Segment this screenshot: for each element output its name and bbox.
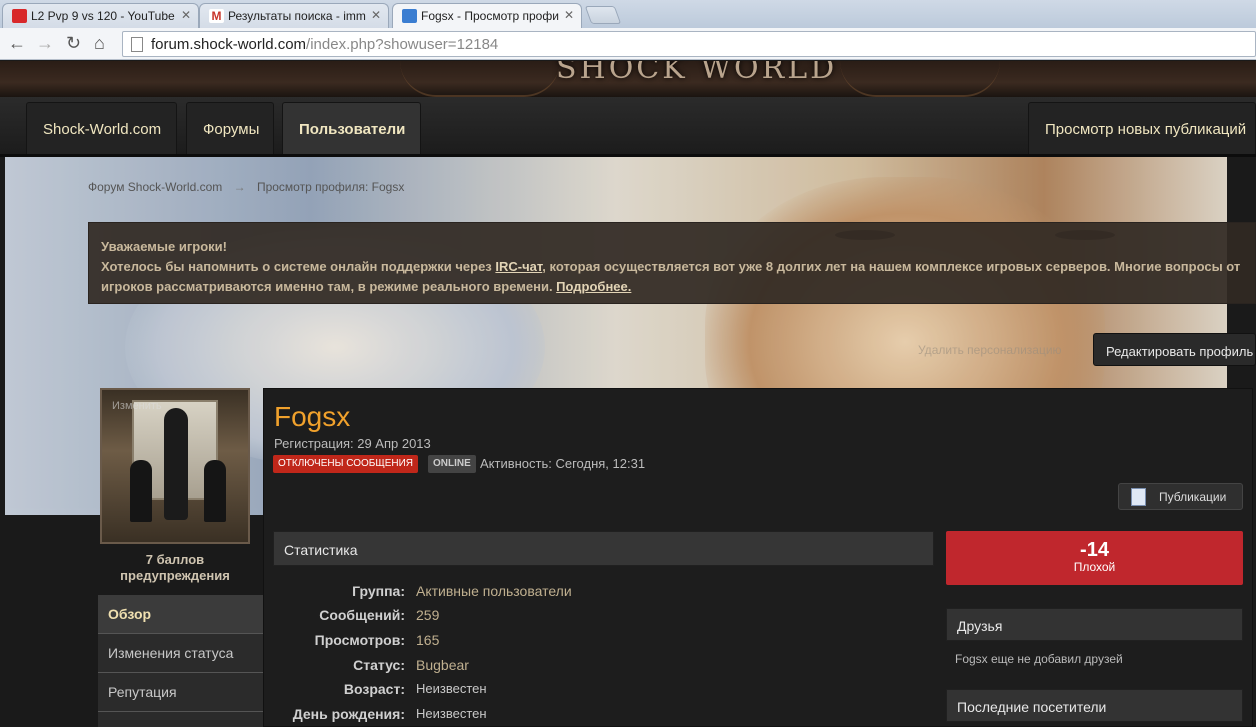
document-icon bbox=[1131, 488, 1146, 506]
reputation-value: -14 bbox=[1080, 539, 1109, 561]
breadcrumb: Форум Shock-World.com → Просмотр профиля… bbox=[88, 180, 404, 194]
close-icon[interactable]: ✕ bbox=[564, 8, 574, 22]
stat-value: Неизвестен bbox=[416, 706, 487, 721]
breadcrumb-current: Просмотр профиля: Fogsx bbox=[256, 180, 405, 194]
new-tab-button[interactable] bbox=[584, 6, 622, 24]
site-logo[interactable]: SHOCK WORLD bbox=[556, 61, 837, 86]
friends-empty-text: Fogsx еще не добавил друзей bbox=[955, 652, 1123, 666]
home-icon[interactable]: ⌂ bbox=[94, 33, 105, 54]
address-bar[interactable]: forum.shock-world.com/index.php?showuser… bbox=[122, 31, 1256, 57]
stats-header: Статистика bbox=[273, 531, 934, 566]
avatar[interactable]: Изменить bbox=[100, 388, 250, 544]
avatar-dog-right bbox=[204, 460, 226, 522]
stat-row: Статус: Bugbear bbox=[273, 657, 934, 681]
change-avatar-link[interactable]: Изменить bbox=[112, 400, 162, 412]
username: Fogsx bbox=[274, 401, 351, 432]
stat-row: Группа: Активные пользователи bbox=[273, 583, 934, 607]
close-icon[interactable]: ✕ bbox=[371, 8, 381, 22]
notice-title: Уважаемые игроки! bbox=[101, 239, 227, 254]
last-activity: Активность: Сегодня, 12:31 bbox=[480, 456, 646, 471]
main-nav: Shock-World.com Форумы Пользователи Прос… bbox=[0, 97, 1256, 157]
avatar-dog-left bbox=[130, 460, 152, 522]
nav-forums[interactable]: Форумы bbox=[186, 102, 274, 154]
stat-value: Активные пользователи bbox=[416, 583, 572, 599]
browser-tab-bar: L2 Pvp 9 vs 120 - YouTube ✕ M Результаты… bbox=[0, 0, 1256, 28]
site-header: SHOCK WORLD bbox=[0, 61, 1256, 97]
side-item-more[interactable] bbox=[98, 712, 263, 727]
breadcrumb-separator: → bbox=[233, 180, 246, 194]
breadcrumb-forum[interactable]: Форум Shock-World.com bbox=[88, 180, 222, 194]
stat-label: День рождения: bbox=[292, 706, 405, 722]
reputation-box: -14 Плохой bbox=[946, 531, 1243, 585]
reload-icon[interactable]: ↻ bbox=[66, 33, 81, 54]
stat-row: Возраст: Неизвестен bbox=[273, 681, 934, 705]
stat-label: Сообщений: bbox=[319, 607, 405, 623]
publications-button[interactable]: Публикации bbox=[1118, 483, 1243, 510]
nav-new-posts[interactable]: Просмотр новых публикаций bbox=[1028, 102, 1256, 154]
remove-personalization-link[interactable]: Удалить персонализацию bbox=[918, 343, 1062, 357]
url-host: forum.shock-world.com bbox=[151, 36, 307, 53]
profile-side-menu: Обзор Изменения статуса Репутация bbox=[98, 595, 263, 727]
youtube-icon bbox=[12, 9, 27, 23]
browser-toolbar: ← → ↻ ⌂ forum.shock-world.com/index.php?… bbox=[0, 28, 1256, 60]
side-item-overview[interactable]: Обзор bbox=[98, 595, 263, 634]
stat-row: Просмотров: 165 bbox=[273, 632, 934, 656]
nav-users[interactable]: Пользователи bbox=[282, 102, 421, 154]
edit-profile-button[interactable]: Редактировать профиль bbox=[1093, 333, 1256, 366]
tab-title: L2 Pvp 9 vs 120 - YouTube bbox=[31, 9, 175, 23]
avatar-figure bbox=[164, 408, 188, 520]
stat-label: Статус: bbox=[353, 657, 405, 673]
stat-row: Сообщений: 259 bbox=[273, 607, 934, 631]
forward-icon[interactable]: → bbox=[36, 33, 54, 54]
logo-ornament-right bbox=[840, 61, 1000, 97]
page-icon bbox=[131, 37, 143, 52]
warning-points[interactable]: 7 баллов предупреждения bbox=[100, 552, 250, 584]
irc-link[interactable]: IRC-чат bbox=[495, 259, 542, 274]
stat-value: Неизвестен bbox=[416, 681, 487, 696]
publications-label: Публикации bbox=[1159, 490, 1227, 504]
close-icon[interactable]: ✕ bbox=[181, 8, 191, 22]
recent-visitors-header: Последние посетители bbox=[946, 689, 1243, 722]
tab-title: Fogsx - Просмотр профи bbox=[421, 9, 559, 23]
notice-text: Хотелось бы напомнить о системе онлайн п… bbox=[101, 259, 1241, 294]
nav-home[interactable]: Shock-World.com bbox=[26, 102, 177, 154]
stat-label: Просмотров: bbox=[314, 632, 405, 648]
messages-disabled-badge: ОТКЛЮЧЕНЫ СООБЩЕНИЯ bbox=[273, 455, 419, 473]
gmail-icon: M bbox=[209, 9, 224, 23]
online-badge: ONLINE bbox=[428, 455, 476, 473]
tab-profile[interactable]: Fogsx - Просмотр профи ✕ bbox=[392, 3, 582, 28]
url-path: /index.php?showuser=12184 bbox=[306, 36, 499, 53]
logo-ornament-left bbox=[400, 61, 560, 97]
notice-box: Уважаемые игроки! Хотелось бы напомнить … bbox=[88, 222, 1256, 304]
reputation-label: Плохой bbox=[1073, 560, 1116, 574]
tab-title: Результаты поиска - imm bbox=[228, 9, 366, 23]
tab-youtube[interactable]: L2 Pvp 9 vs 120 - YouTube ✕ bbox=[2, 3, 199, 28]
more-link[interactable]: Подробнее. bbox=[556, 279, 631, 294]
back-icon[interactable]: ← bbox=[8, 33, 26, 54]
stat-value: 259 bbox=[416, 607, 440, 623]
stat-label: Возраст: bbox=[343, 681, 405, 697]
registration-date: Регистрация: 29 Апр 2013 bbox=[274, 436, 431, 451]
tab-gmail[interactable]: M Результаты поиска - imm ✕ bbox=[199, 3, 389, 28]
stat-row: День рождения: Неизвестен bbox=[273, 706, 934, 727]
friends-header: Друзья bbox=[946, 608, 1243, 641]
stat-value: 165 bbox=[416, 632, 440, 648]
side-item-reputation[interactable]: Репутация bbox=[98, 673, 263, 712]
side-item-status-updates[interactable]: Изменения статуса bbox=[98, 634, 263, 673]
stat-value: Bugbear bbox=[416, 657, 469, 673]
forum-icon bbox=[402, 9, 417, 23]
stat-label: Группа: bbox=[352, 583, 405, 599]
